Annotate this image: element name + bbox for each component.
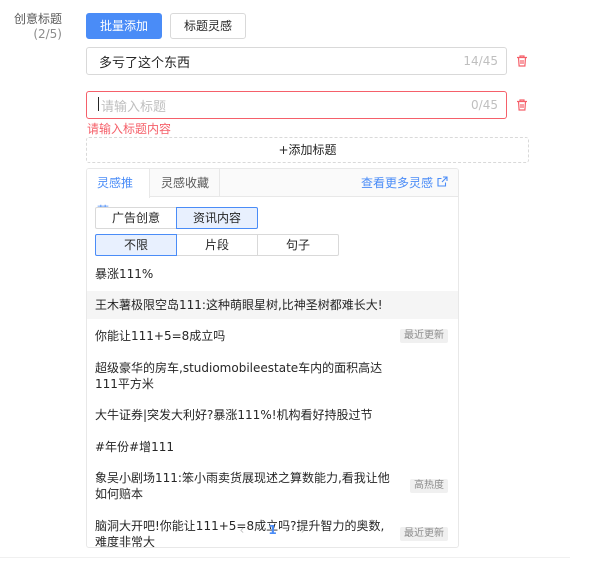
page-number[interactable]: 1 (268, 523, 276, 537)
inspiration-panel: 灵感推荐 灵感收藏 查看更多灵感 广告创意 资讯内容 不限 片段 句子 暴涨11… (86, 168, 459, 548)
category-segment: 广告创意 资讯内容 (95, 207, 258, 229)
tab-favorites[interactable]: 灵感收藏 (151, 169, 221, 197)
category-news-content[interactable]: 资讯内容 (176, 207, 258, 229)
field-count: (2/5) (33, 27, 62, 41)
item-text: 你能让111+5=8成立吗 (95, 329, 226, 343)
item-text: 超级豪华的房车,studiomobileestate车内的面积高达111平方米 (95, 361, 383, 391)
item-text: 暴涨111% (95, 267, 154, 281)
title-input-1[interactable]: 多亏了这个东西 14/45 (86, 47, 507, 75)
list-item[interactable]: 大牛证券|突发大利好?暴涨111%!机构看好持股过节 (87, 402, 458, 428)
item-text: #年份#增111 (95, 440, 175, 454)
item-text: 象吴小剧场111:笨小雨卖货展现述之算数能力,看我让他如何赔本 (95, 471, 390, 501)
trash-icon[interactable] (515, 54, 529, 68)
filter-segment: 不限 片段 句子 (95, 234, 339, 256)
list-item[interactable]: #年份#增111 (87, 434, 458, 460)
tab-recommend[interactable]: 灵感推荐 (87, 169, 150, 218)
list-item[interactable]: 暴涨111% (87, 261, 458, 287)
batch-add-button[interactable]: 批量添加 (86, 13, 163, 39)
field-label: 创意标题 (2/5) (0, 12, 62, 42)
filter-fragment[interactable]: 片段 (176, 234, 258, 256)
add-title-button[interactable]: +添加标题 (86, 137, 529, 163)
title-input-2[interactable]: 请输入标题 0/45 (86, 91, 507, 119)
divider (0, 557, 570, 558)
title-inspiration-button[interactable]: 标题灵感 (170, 13, 247, 39)
char-count: 14/45 (463, 54, 498, 68)
title-input-placeholder[interactable]: 请输入标题 (97, 96, 471, 115)
error-message: 请输入标题内容 (87, 122, 172, 136)
title-input-value[interactable]: 多亏了这个东西 (99, 52, 463, 71)
trash-icon[interactable] (515, 98, 529, 112)
status-badge: 高热度 (410, 479, 448, 493)
panel-tabs: 灵感推荐 灵感收藏 查看更多灵感 (87, 169, 458, 218)
external-link-icon[interactable] (437, 169, 448, 197)
filter-sentence[interactable]: 句子 (257, 234, 339, 256)
next-page-button[interactable]: › (301, 523, 306, 537)
filter-all[interactable]: 不限 (95, 234, 177, 256)
list-item[interactable]: 象吴小剧场111:笨小雨卖货展现述之算数能力,看我让他如何赔本 高热度 (87, 466, 458, 506)
inspiration-list: 暴涨111% 王木薯极限空岛111:这种萌眼星树,比神圣树都难长大! 你能让11… (87, 261, 458, 547)
char-count: 0/45 (471, 98, 498, 112)
category-ad-creative[interactable]: 广告创意 (95, 207, 177, 229)
title-actions: 批量添加 标题灵感 (86, 13, 247, 39)
item-text: 王木薯极限空岛111:这种萌眼星树,比神圣树都难长大! (95, 298, 383, 312)
list-item[interactable]: 王木薯极限空岛111:这种萌眼星树,比神圣树都难长大! (87, 291, 458, 319)
more-inspiration-link[interactable]: 查看更多灵感 (361, 169, 448, 197)
item-text: 大牛证券|突发大利好?暴涨111%!机构看好持股过节 (95, 408, 373, 422)
list-item[interactable]: 超级豪华的房车,studiomobileestate车内的面积高达111平方米 (87, 356, 458, 396)
pagination: ‹ 1 › (87, 523, 458, 537)
field-label-text: 创意标题 (13, 12, 62, 26)
status-badge: 最近更新 (400, 329, 448, 343)
prev-page-button[interactable]: ‹ (240, 523, 245, 537)
list-item[interactable]: 你能让111+5=8成立吗 最近更新 (87, 322, 458, 350)
more-inspiration-label[interactable]: 查看更多灵感 (361, 169, 433, 197)
